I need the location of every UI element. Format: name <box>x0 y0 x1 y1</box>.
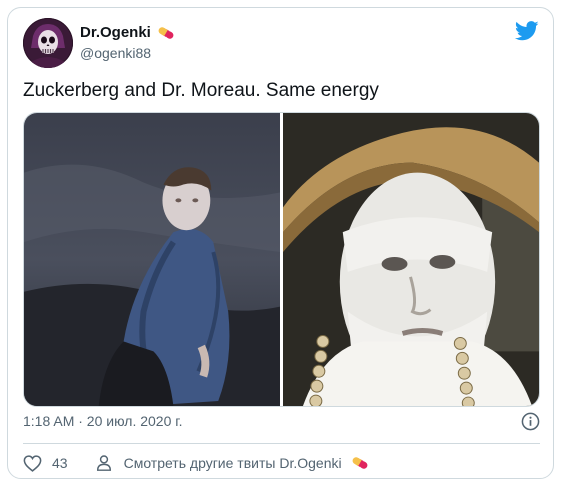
divider <box>23 443 540 444</box>
tweet-text: Zuckerberg and Dr. Moreau. Same energy <box>23 80 379 101</box>
timestamp[interactable]: 1:18 AM · 20 июл. 2020 г. <box>23 413 183 429</box>
display-name[interactable]: Dr.Ogenki <box>80 24 151 41</box>
heart-icon <box>23 454 42 472</box>
like-button[interactable]: 43 <box>23 454 68 472</box>
avatar[interactable] <box>23 18 73 68</box>
pill-icon <box>158 26 174 39</box>
tweet-media[interactable] <box>23 112 540 407</box>
pill-icon <box>352 457 367 469</box>
tweet-meta: 1:18 AM · 20 июл. 2020 г. <box>23 410 540 432</box>
twitter-logo-icon[interactable] <box>515 20 539 42</box>
tweet-actions: 43 Смотреть другие твиты Dr.Ogenki <box>23 451 370 475</box>
photo-man-blue-shirt[interactable] <box>24 113 280 406</box>
person-icon <box>96 455 111 471</box>
author-name-row[interactable]: Dr.Ogenki <box>80 24 176 41</box>
info-icon[interactable] <box>521 412 540 431</box>
photo-bandaged-face-hat[interactable] <box>282 113 539 406</box>
author-handle[interactable]: @ogenki88 <box>80 45 151 61</box>
more-tweets-label: Смотреть другие твиты Dr.Ogenki <box>123 455 342 471</box>
more-tweets-link[interactable]: Смотреть другие твиты Dr.Ogenki <box>95 454 370 472</box>
tweet-card: Dr.Ogenki @ogenki88 Zuckerberg and Dr. M… <box>7 7 554 479</box>
like-count: 43 <box>52 455 68 471</box>
skull-avatar-icon <box>23 18 73 68</box>
